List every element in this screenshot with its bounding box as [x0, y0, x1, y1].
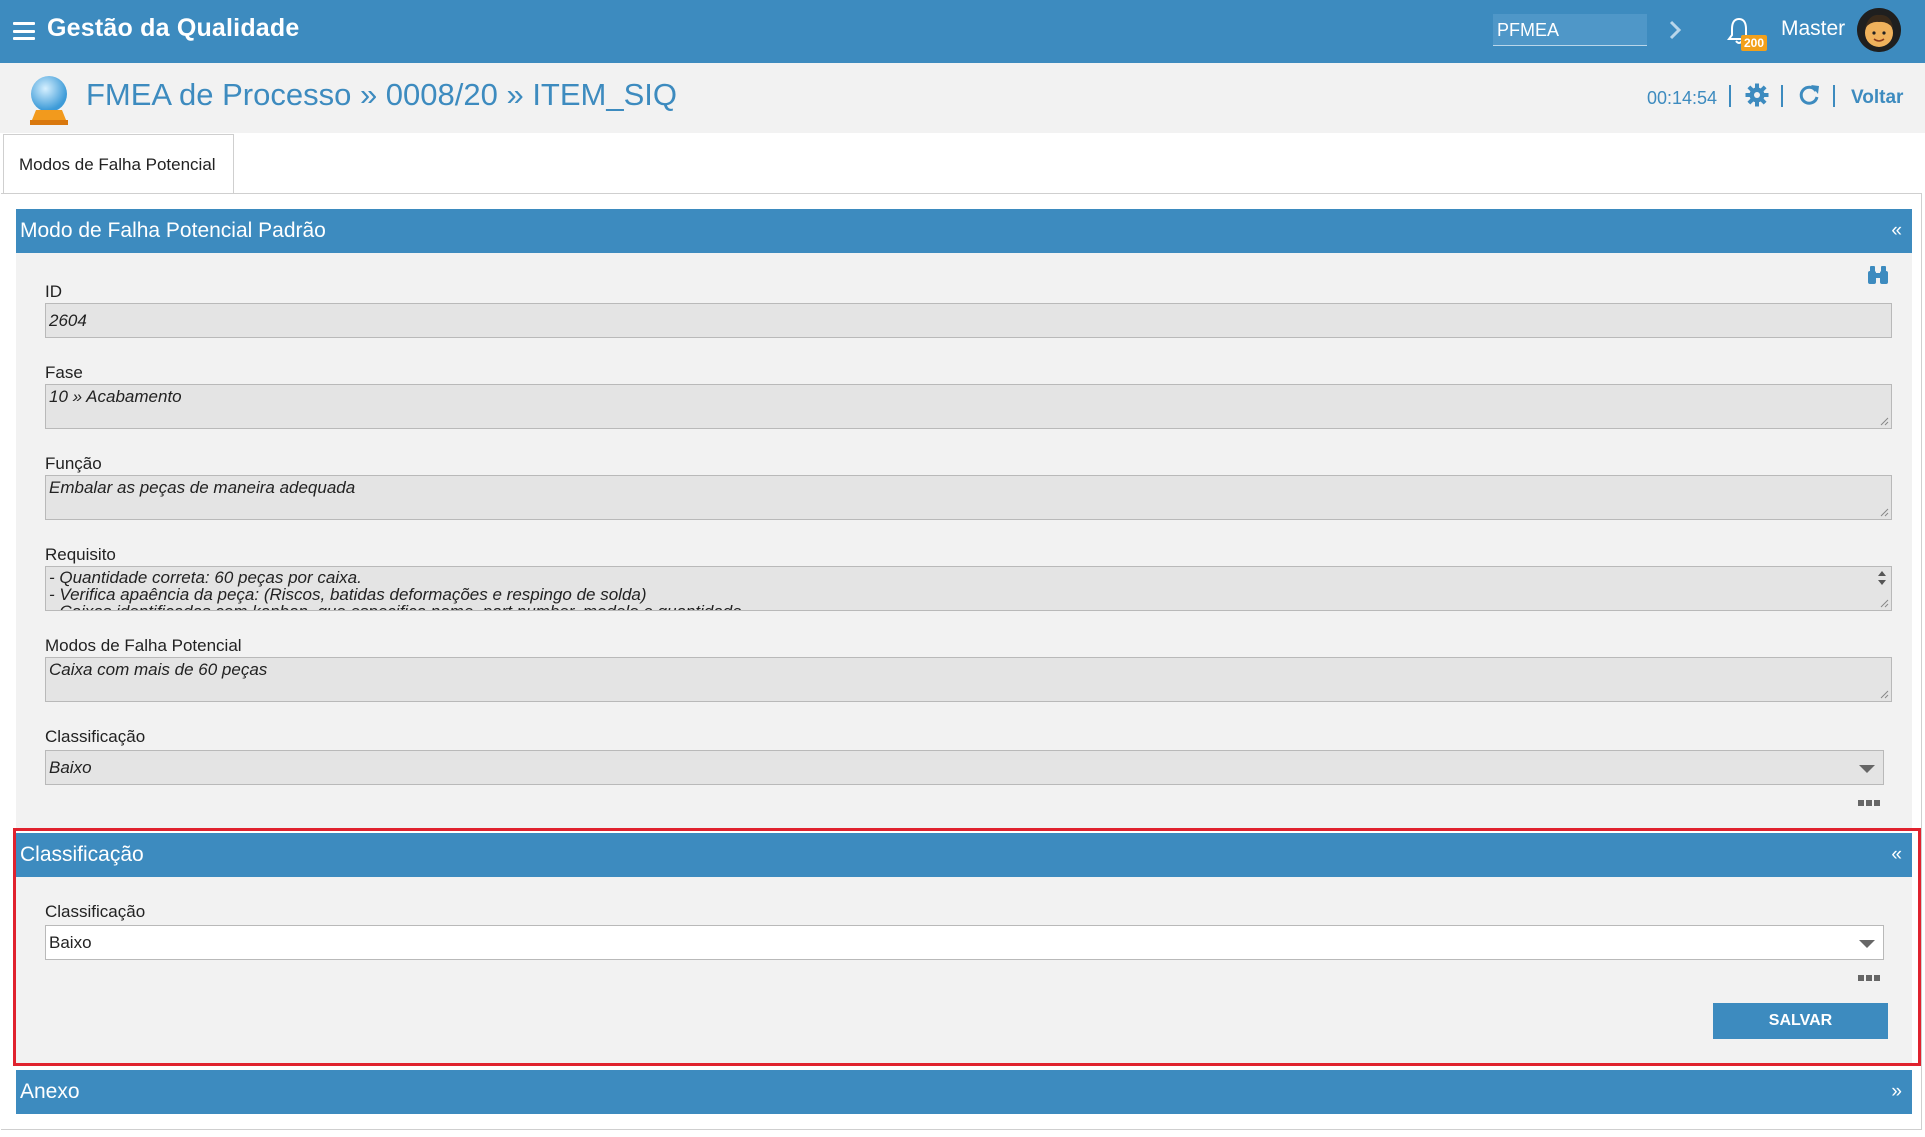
resize-handle-icon[interactable]	[1879, 689, 1889, 699]
id-field: 2604	[45, 303, 1892, 338]
modos-label: Modos de Falha Potencial	[45, 636, 242, 655]
panel-body-modo-padrao	[16, 253, 1912, 828]
fase-value: 10 » Acabamento	[49, 387, 182, 406]
avatar[interactable]	[1857, 8, 1901, 52]
refresh-icon[interactable]	[1797, 83, 1821, 107]
funcao-label: Função	[45, 454, 102, 473]
resize-handle-icon[interactable]	[1879, 507, 1889, 517]
chevron-right-icon[interactable]	[1664, 16, 1686, 44]
user-name[interactable]: Master	[1781, 17, 1845, 41]
module-selector[interactable]: PFMEA	[1493, 14, 1647, 46]
expand-toggle[interactable]: »	[1891, 1070, 1902, 1114]
classificacao-value: Baixo	[49, 758, 92, 777]
collapse-toggle[interactable]: «	[1891, 209, 1902, 253]
fase-label: Fase	[45, 363, 83, 382]
requisito-line: - Quantidade correta: 60 peças por caixa…	[49, 568, 362, 587]
gear-icon[interactable]	[1745, 83, 1769, 107]
modos-value: Caixa com mais de 60 peças	[49, 660, 268, 679]
crystal-ball-icon	[30, 76, 68, 125]
requisito-label: Requisito	[45, 545, 116, 564]
requisito-line: - Verifica apaência da peça: (Riscos, ba…	[49, 585, 647, 604]
funcao-value: Embalar as peças de maneira adequada	[49, 478, 356, 497]
back-link[interactable]: Voltar	[1851, 87, 1903, 109]
panel-title: Anexo	[20, 1080, 80, 1103]
tab-modos-de-falha[interactable]: Modos de Falha Potencial	[3, 134, 234, 193]
requisito-line: - Caixas identificadas com kanban, que e…	[49, 603, 1888, 610]
funcao-field: Embalar as peças de maneira adequada	[45, 475, 1892, 520]
fase-field: 10 » Acabamento	[45, 384, 1892, 429]
divider	[1729, 85, 1731, 107]
id-label: ID	[45, 282, 62, 301]
page-header: FMEA de Processo » 0008/20 » ITEM_SIQ 00…	[0, 63, 1925, 133]
requisito-field[interactable]: - Quantidade correta: 60 peças por caixa…	[45, 566, 1892, 611]
more-options-icon[interactable]	[1858, 793, 1884, 806]
binoculars-icon[interactable]	[1867, 264, 1889, 286]
panel-title: Modo de Falha Potencial Padrão	[20, 219, 326, 242]
panel-header-anexo[interactable]: Anexo »	[16, 1070, 1912, 1114]
classificacao-readonly-select: Baixo	[45, 750, 1884, 785]
notification-badge: 200	[1741, 35, 1768, 51]
page-title: FMEA de Processo » 0008/20 » ITEM_SIQ	[86, 77, 678, 112]
top-bar: Gestão da Qualidade PFMEA 200 Master	[0, 0, 1925, 63]
resize-handle-icon[interactable]	[1879, 416, 1889, 426]
divider	[1833, 85, 1835, 107]
app-title: Gestão da Qualidade	[47, 14, 300, 42]
classificacao-label: Classificação	[45, 727, 146, 746]
panel-header-modo-padrao[interactable]: Modo de Falha Potencial Padrão «	[16, 209, 1912, 253]
highlight-box	[13, 828, 1921, 1066]
menu-icon[interactable]	[13, 22, 35, 40]
dropdown-caret-icon	[1859, 765, 1875, 773]
modos-field: Caixa com mais de 60 peças	[45, 657, 1892, 702]
session-timer: 00:14:54	[1647, 88, 1718, 108]
resize-handle-icon[interactable]	[1879, 598, 1889, 608]
scroll-arrows-icon[interactable]	[1875, 569, 1889, 587]
divider	[1781, 85, 1783, 107]
